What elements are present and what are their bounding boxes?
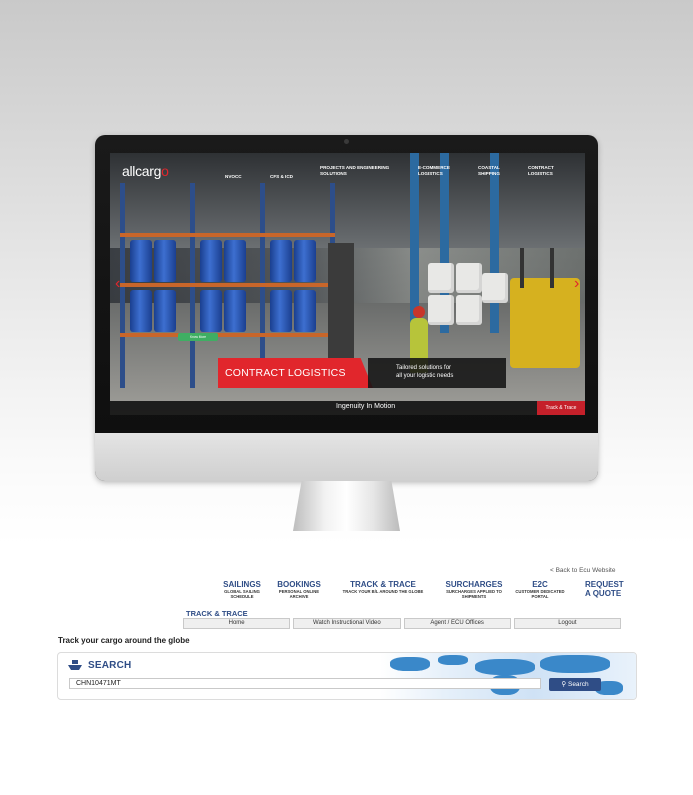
tab-bar: Home Watch Instructional Video Agent / E… [183,618,621,629]
menu-title: TRACK & TRACE [350,580,416,589]
menu-title: BOOKINGS [277,580,321,589]
banner-text-box: Tailored solutions for all your logistic… [368,358,506,388]
banner-text: Tailored solutions for all your logistic… [396,365,454,380]
cargo-bag [428,263,454,293]
allcargo-logo[interactable]: allcargo [122,163,169,179]
menu-subtitle: CUSTOMER DEDICATED PORTAL [515,589,565,600]
menu-track-trace[interactable]: TRACK & TRACE TRACK YOUR B/L AROUND THE … [332,580,434,595]
tab-agent-offices[interactable]: Agent / ECU Offices [403,618,511,629]
menu-subtitle: PERSONAL ONLINE ARCHIVE [278,589,320,600]
banner-title: CONTRACT LOGISTICS [225,367,346,379]
tab-instructional-video[interactable]: Watch Instructional Video [293,618,401,629]
nav-item-nvocc[interactable]: NVOCC [225,174,242,180]
nav-item-contract[interactable]: CONTRACT LOGISTICS [528,165,558,177]
menu-title: SAILINGS [223,580,261,589]
tagline: Ingenuity In Motion [336,403,396,410]
reach-truck [328,243,354,363]
menu-subtitle: TRACK YOUR B/L AROUND THE GLOBE [342,589,424,595]
search-panel: SEARCH ⚲ Search [57,652,637,700]
ship-icon [68,660,82,670]
warehouse-pillar [490,153,499,333]
tab-logout[interactable]: Logout [513,618,621,629]
cargo-bag [428,295,454,325]
logo-text: carg [135,163,162,179]
logo-text: all [122,163,136,179]
search-button-label: Search [567,681,589,688]
menu-title: E2C [532,580,548,589]
menu-e2c[interactable]: E2C CUSTOMER DEDICATED PORTAL [512,580,568,600]
monitor-chin [95,433,598,481]
forklift [510,248,580,368]
menu-surcharges[interactable]: SURCHARGES SURCHARGES APPLIED TO SHIPMEN… [441,580,507,600]
nav-item-projects[interactable]: PROJECTS AND ENGINEERING SOLUTIONS [320,165,395,177]
menu-subtitle: SURCHARGES APPLIED TO SHIPMENTS [446,589,502,600]
nav-item-cfs-icd[interactable]: CFS & ICD [270,174,293,180]
request-quote-link[interactable]: REQUEST A QUOTE [585,580,624,599]
menu-sailings[interactable]: SAILINGS GLOBAL SAILING SCHEDULE [219,580,265,600]
nav-item-ecommerce[interactable]: E-COMMERCE LOGISTICS [418,165,458,177]
cargo-bag [456,263,482,293]
track-trace-button[interactable]: Track & Trace [537,401,585,415]
tab-home[interactable]: Home [183,618,291,629]
website-screen: allcargo NVOCC CFS & ICD PROJECTS AND EN… [110,153,585,415]
chevron-right-icon[interactable]: › [574,275,579,293]
camera-dot [344,139,349,144]
banner-title-box: CONTRACT LOGISTICS [218,358,373,388]
storage-rack [120,183,335,388]
logo-accent: o [161,163,169,179]
world-map [380,653,636,699]
search-title: SEARCH [88,660,132,671]
imac-monitor: allcargo NVOCC CFS & ICD PROJECTS AND EN… [95,135,598,481]
search-button[interactable]: ⚲ Search [549,678,601,691]
chevron-left-icon[interactable]: ‹ [115,275,120,293]
search-input[interactable] [69,678,541,689]
nav-item-coastal[interactable]: COASTAL SHIPPING [478,165,506,177]
page-heading: Track your cargo around the globe [58,636,190,645]
cargo-bag [456,295,482,325]
back-to-ecu-link[interactable]: < Back to Ecu Website [550,567,615,574]
menu-bookings[interactable]: BOOKINGS PERSONAL ONLINE ARCHIVE [272,580,326,600]
cargo-bag [482,273,508,303]
menu-title: SURCHARGES [445,580,503,589]
menu-subtitle: GLOBAL SAILING SCHEDULE [224,589,260,600]
search-icon: ⚲ [561,681,567,688]
monitor-stand [293,481,400,531]
know-more-button[interactable]: Know More [178,333,218,341]
section-label: TRACK & TRACE [186,609,248,618]
